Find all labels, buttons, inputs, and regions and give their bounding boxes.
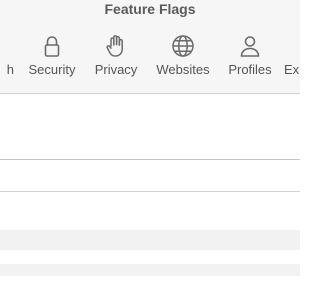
- tab-profiles[interactable]: Profiles: [222, 24, 278, 80]
- tab-extensions-label: Ex: [284, 62, 300, 77]
- tab-privacy[interactable]: Privacy: [90, 24, 142, 80]
- tab-extensions[interactable]: Ex: [284, 24, 300, 80]
- tab-profiles-label: Profiles: [228, 62, 272, 77]
- window-titlebar: Feature Flags h Security Privacy Website…: [0, 0, 300, 94]
- window-title: Feature Flags: [104, 1, 196, 17]
- tab-privacy-label: Privacy: [94, 62, 138, 77]
- person-icon: [236, 32, 264, 60]
- list-row: [0, 230, 300, 250]
- tab-security-label: Security: [28, 62, 76, 77]
- globe-icon: [169, 32, 197, 60]
- preferences-content: [0, 94, 300, 300]
- tab-websites-label: Websites: [156, 62, 210, 77]
- tab-websites[interactable]: Websites: [150, 24, 216, 80]
- preferences-toolbar: h Security Privacy Websites Profiles Ex: [0, 24, 300, 84]
- tab-security[interactable]: Security: [22, 24, 82, 80]
- hand-icon: [102, 32, 130, 60]
- tab-search-label: h: [6, 62, 14, 77]
- tab-search[interactable]: h: [0, 24, 14, 80]
- divider: [0, 191, 300, 192]
- list-row: [0, 264, 300, 276]
- divider: [0, 159, 300, 160]
- lock-icon: [38, 32, 66, 60]
